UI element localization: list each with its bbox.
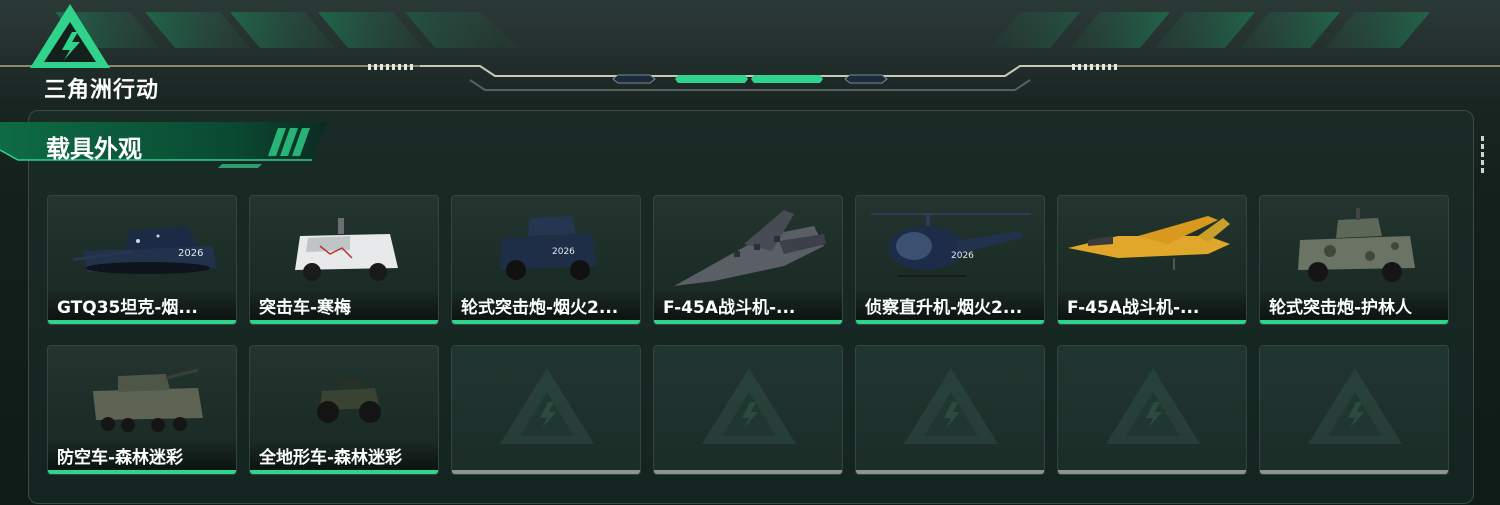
delta-watermark-icon [1308,368,1402,444]
slot-bar [1058,470,1246,474]
slot-bar [1260,470,1448,474]
anti-air-vehicle-icon [93,368,203,432]
selected-bar [1260,320,1448,324]
svg-text:2026: 2026 [951,251,974,261]
panel-scroll-indicator [1481,136,1485,180]
selected-bar [856,320,1044,324]
vehicle-name: 突击车-寒梅 [259,298,352,318]
svg-text:2026: 2026 [552,247,575,257]
svg-text:2026: 2026 [178,248,203,259]
empty-slot [1057,345,1247,475]
helicopter-icon: 2026 [871,213,1031,277]
top-header: 三角洲行动 [0,0,1500,103]
vehicle-card[interactable]: 突击车-寒梅 [249,195,439,325]
vehicle-card[interactable]: 2026 GTQ35坦克-烟... [47,195,237,325]
vehicle-name: GTQ35坦克-烟... [57,298,198,318]
panel-title: 载具外观 [46,135,142,163]
selected-bar [654,320,842,324]
vehicle-name: 轮式突击炮-护林人 [1269,298,1413,318]
vehicle-card[interactable]: 轮式突击炮-护林人 [1259,195,1449,325]
fighter-jet-yellow-icon [1068,216,1230,270]
vehicle-card[interactable]: F-45A战斗机-... [653,195,843,325]
vehicle-card[interactable]: F-45A战斗机-... [1057,195,1247,325]
vehicle-card[interactable]: 2026 轮式突击炮-烟火2... [451,195,641,325]
delta-watermark-icon [500,368,594,444]
selected-bar [250,470,438,474]
vehicle-name: 轮式突击炮-烟火2... [461,298,619,318]
vehicle-name: F-45A战斗机-... [663,298,796,318]
tank-icon: 2026 [73,226,216,274]
vehicle-name: F-45A战斗机-... [1067,298,1200,318]
assault-vehicle-icon [295,218,398,281]
selected-bar [48,320,236,324]
vehicle-card[interactable]: 防空车-森林迷彩 [47,345,237,475]
vehicle-name: 防空车-森林迷彩 [57,448,184,468]
header-decoration [0,0,1500,100]
selected-bar [452,320,640,324]
slot-bar [452,470,640,474]
wheeled-assault-gun-icon: 2026 [500,216,597,280]
vehicle-card[interactable]: 2026 侦察直升机-烟火2... [855,195,1045,325]
selected-bar [1058,320,1246,324]
wheeled-assault-gun-camo-icon [1298,208,1415,282]
empty-slot [653,345,843,475]
delta-watermark-icon [904,368,998,444]
vehicle-name: 侦察直升机-烟火2... [865,298,1023,318]
empty-slot [855,345,1045,475]
empty-slot [451,345,641,475]
fighter-jet-icon [674,210,826,286]
delta-watermark-icon [1106,368,1200,444]
empty-slot [1259,345,1449,475]
slot-bar [856,470,1044,474]
game-logo-text: 三角洲行动 [44,78,160,103]
vehicle-card[interactable]: 全地形车-森林迷彩 [249,345,439,475]
selected-bar [48,470,236,474]
slot-bar [654,470,842,474]
delta-watermark-icon [702,368,796,444]
atv-icon [317,380,381,423]
selected-bar [250,320,438,324]
vehicle-name: 全地形车-森林迷彩 [259,448,403,468]
